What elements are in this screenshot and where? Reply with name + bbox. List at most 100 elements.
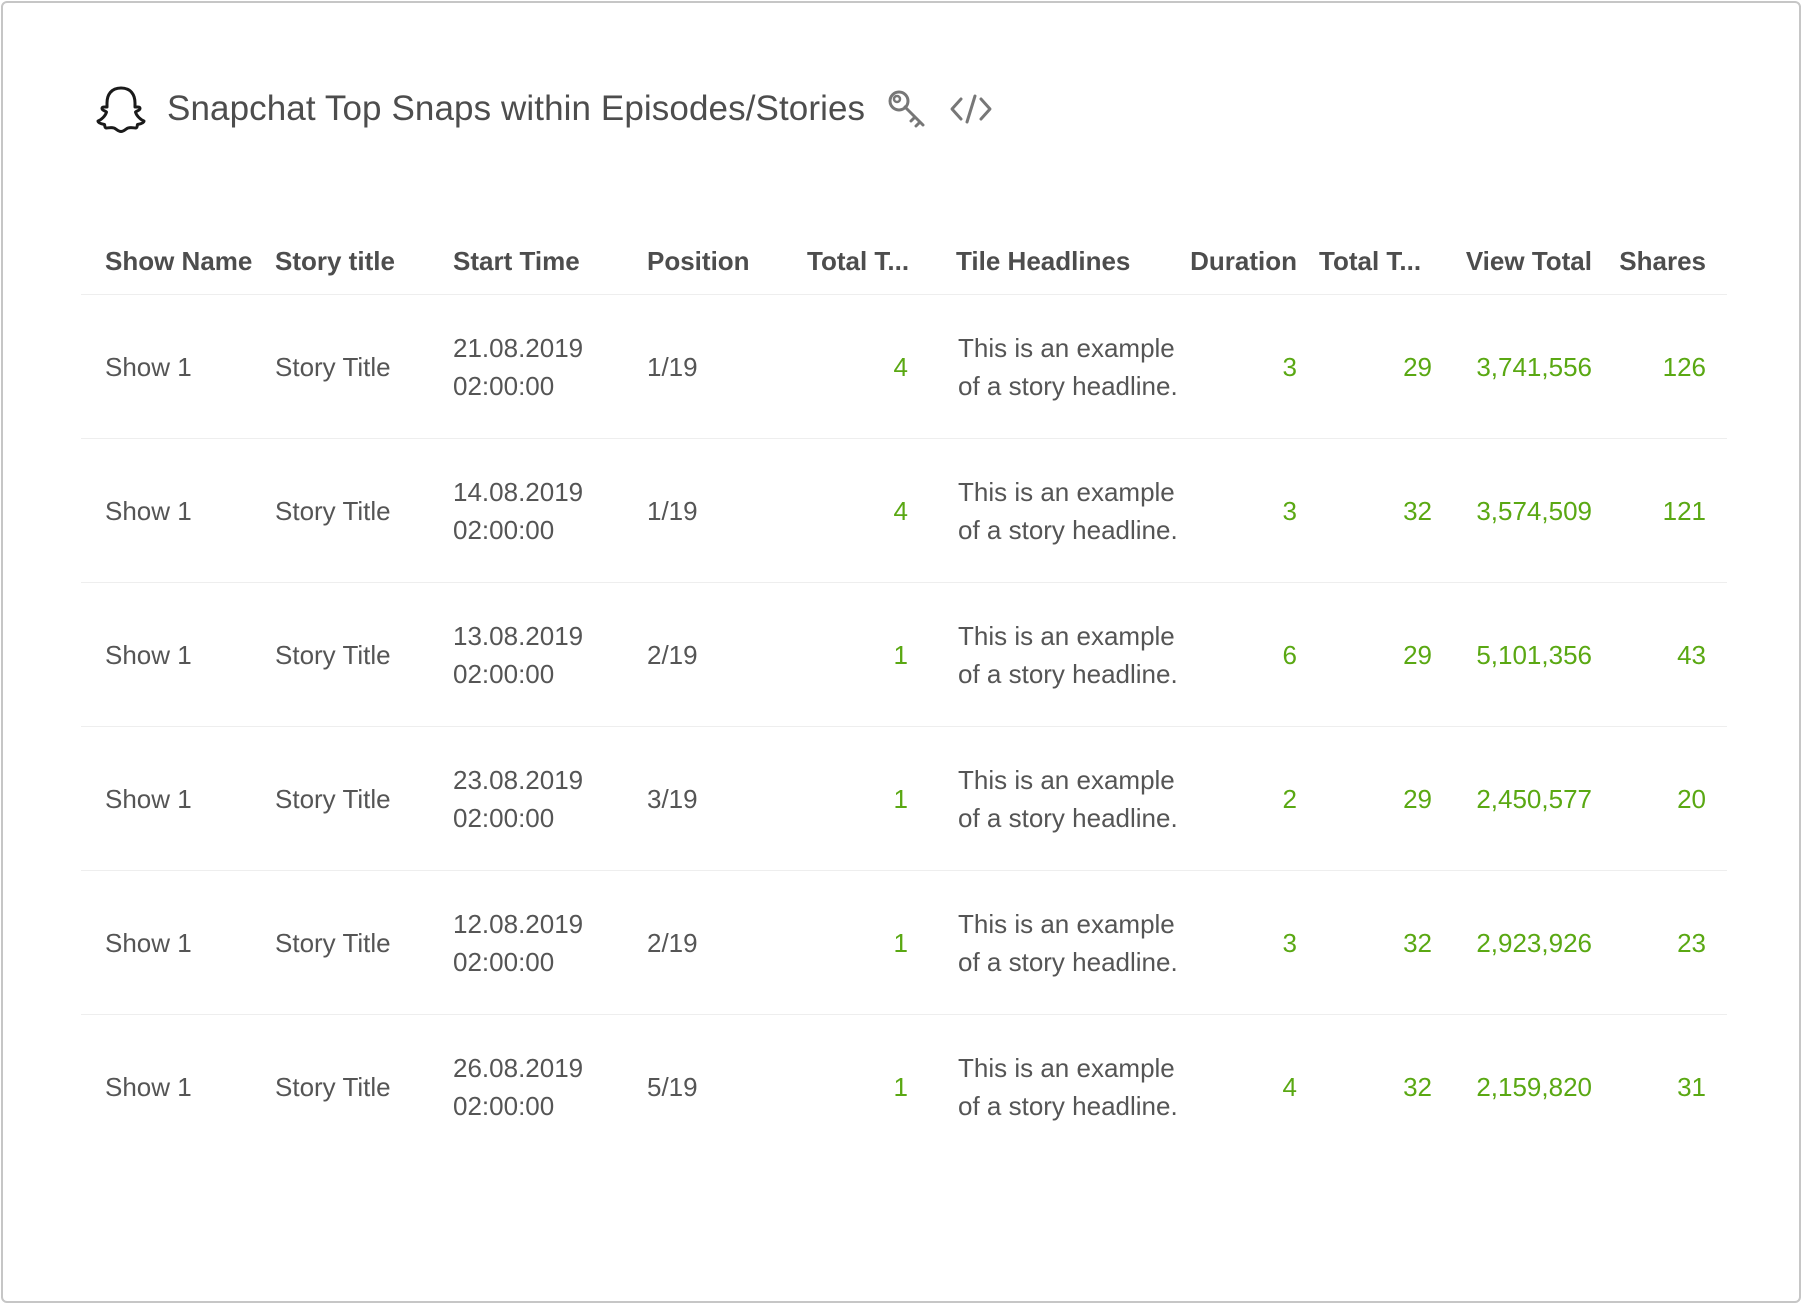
cell-headline-line-1: This is an example	[958, 908, 1175, 939]
cell-start-time: 14.08.2019 02:00:00	[443, 473, 635, 549]
cell-show-name: Show 1	[105, 351, 192, 382]
cell-shares: 121	[1662, 495, 1706, 526]
cell-tile-headline: This is an example of a story headline.	[908, 1049, 1182, 1125]
table-row: Show 1 Story Title 13.08.2019 02:00:00 2…	[81, 583, 1727, 727]
cell-start-clock: 02:00:00	[453, 946, 555, 977]
widget-card: Snapchat Top Snaps within Episodes/Stori…	[1, 1, 1801, 1303]
cell-story-title: Story Title	[275, 783, 391, 814]
key-icon[interactable]	[885, 87, 929, 131]
cell-headline-line-2: of a story headline.	[958, 514, 1178, 545]
table-row: Show 1 Story Title 23.08.2019 02:00:00 3…	[81, 727, 1727, 871]
cell-start-time: 12.08.2019 02:00:00	[443, 905, 635, 981]
cell-view-total: 2,159,820	[1476, 1072, 1592, 1102]
column-header-view-total[interactable]: View Total	[1432, 246, 1592, 277]
cell-tile-headline: This is an example of a story headline.	[908, 329, 1182, 405]
cell-headline-line-2: of a story headline.	[958, 802, 1178, 833]
cell-start-clock: 02:00:00	[453, 514, 555, 545]
widget-title: Snapchat Top Snaps within Episodes/Stori…	[167, 89, 866, 128]
cell-start-clock: 02:00:00	[453, 1091, 555, 1121]
cell-start-time: 13.08.2019 02:00:00	[443, 617, 635, 693]
column-header-show-name[interactable]: Show Name	[81, 246, 265, 277]
cell-shares: 126	[1662, 351, 1706, 382]
cell-duration: 3	[1282, 351, 1297, 382]
cell-show-name: Show 1	[105, 639, 192, 670]
cell-tile-headline: This is an example of a story headline.	[908, 761, 1182, 837]
cell-tile-headline: This is an example of a story headline.	[908, 905, 1182, 981]
column-header-position[interactable]: Position	[635, 246, 753, 277]
top-snaps-table: Show Name Story title Start Time Positio…	[81, 229, 1727, 1159]
cell-show-name: Show 1	[105, 927, 192, 958]
cell-headline-line-2: of a story headline.	[958, 946, 1178, 977]
cell-headline-line-1: This is an example	[958, 1053, 1175, 1083]
cell-total-tiles: 4	[893, 351, 908, 382]
cell-start-date: 23.08.2019	[453, 764, 584, 795]
table-row: Show 1 Story Title 14.08.2019 02:00:00 1…	[81, 439, 1727, 583]
cell-view-total: 5,101,356	[1476, 639, 1592, 670]
cell-start-time: 26.08.2019 02:00:00	[443, 1049, 635, 1125]
cell-view-total: 2,450,577	[1476, 783, 1592, 814]
cell-total-time: 29	[1403, 639, 1432, 670]
cell-total-tiles: 1	[893, 1072, 908, 1102]
table-row: Show 1 Story Title 26.08.2019 02:00:00 5…	[81, 1015, 1727, 1159]
cell-shares: 20	[1677, 783, 1706, 814]
cell-duration: 3	[1282, 495, 1297, 526]
cell-start-date: 13.08.2019	[453, 620, 584, 651]
cell-headline-line-1: This is an example	[958, 620, 1175, 651]
column-header-start-time[interactable]: Start Time	[443, 246, 635, 277]
cell-total-tiles: 4	[893, 495, 908, 526]
cell-duration: 4	[1282, 1072, 1297, 1102]
cell-position: 5/19	[647, 1072, 698, 1102]
cell-start-date: 21.08.2019	[453, 332, 584, 363]
column-header-duration[interactable]: Duration	[1182, 246, 1297, 277]
cell-story-title: Story Title	[275, 495, 391, 526]
cell-start-date: 12.08.2019	[453, 908, 584, 939]
cell-total-tiles: 1	[893, 783, 908, 814]
cell-position: 2/19	[647, 927, 698, 958]
cell-view-total: 3,741,556	[1476, 351, 1592, 382]
cell-headline-line-2: of a story headline.	[958, 658, 1178, 689]
cell-story-title: Story Title	[275, 927, 391, 958]
cell-total-time: 32	[1403, 927, 1432, 958]
cell-total-time: 32	[1403, 495, 1432, 526]
cell-headline-line-1: This is an example	[958, 764, 1175, 795]
cell-position: 2/19	[647, 639, 698, 670]
widget-header: Snapchat Top Snaps within Episodes/Stori…	[95, 81, 993, 137]
cell-view-total: 2,923,926	[1476, 927, 1592, 958]
cell-start-date: 26.08.2019	[453, 1053, 584, 1083]
cell-headline-line-2: of a story headline.	[958, 1091, 1178, 1121]
cell-total-time: 32	[1403, 1072, 1432, 1102]
snapchat-ghost-icon	[95, 83, 147, 135]
column-header-story-title[interactable]: Story title	[265, 246, 443, 277]
cell-story-title: Story Title	[275, 351, 391, 382]
cell-start-time: 23.08.2019 02:00:00	[443, 761, 635, 837]
cell-shares: 43	[1677, 639, 1706, 670]
cell-duration: 6	[1282, 639, 1297, 670]
cell-tile-headline: This is an example of a story headline.	[908, 473, 1182, 549]
cell-show-name: Show 1	[105, 1072, 192, 1102]
code-embed-icon[interactable]	[949, 91, 993, 127]
cell-show-name: Show 1	[105, 783, 192, 814]
table-row: Show 1 Story Title 12.08.2019 02:00:00 2…	[81, 871, 1727, 1015]
table-header-row: Show Name Story title Start Time Positio…	[81, 229, 1727, 295]
cell-start-time: 21.08.2019 02:00:00	[443, 329, 635, 405]
cell-story-title: Story Title	[275, 639, 391, 670]
cell-total-time: 29	[1403, 783, 1432, 814]
cell-show-name: Show 1	[105, 495, 192, 526]
cell-duration: 2	[1282, 783, 1297, 814]
column-header-total-time[interactable]: Total T...	[1297, 246, 1432, 277]
cell-position: 3/19	[647, 783, 698, 814]
cell-view-total: 3,574,509	[1476, 495, 1592, 526]
cell-position: 1/19	[647, 495, 698, 526]
column-header-tile-headlines[interactable]: Tile Headlines	[908, 246, 1182, 277]
column-header-shares[interactable]: Shares	[1592, 246, 1706, 277]
cell-headline-line-1: This is an example	[958, 332, 1175, 363]
cell-total-tiles: 1	[893, 639, 908, 670]
cell-duration: 3	[1282, 927, 1297, 958]
cell-position: 1/19	[647, 351, 698, 382]
table-row: Show 1 Story Title 21.08.2019 02:00:00 1…	[81, 295, 1727, 439]
cell-start-date: 14.08.2019	[453, 476, 584, 507]
cell-tile-headline: This is an example of a story headline.	[908, 617, 1182, 693]
cell-shares: 23	[1677, 927, 1706, 958]
cell-story-title: Story Title	[275, 1072, 391, 1102]
column-header-total-tiles[interactable]: Total T...	[753, 246, 908, 277]
